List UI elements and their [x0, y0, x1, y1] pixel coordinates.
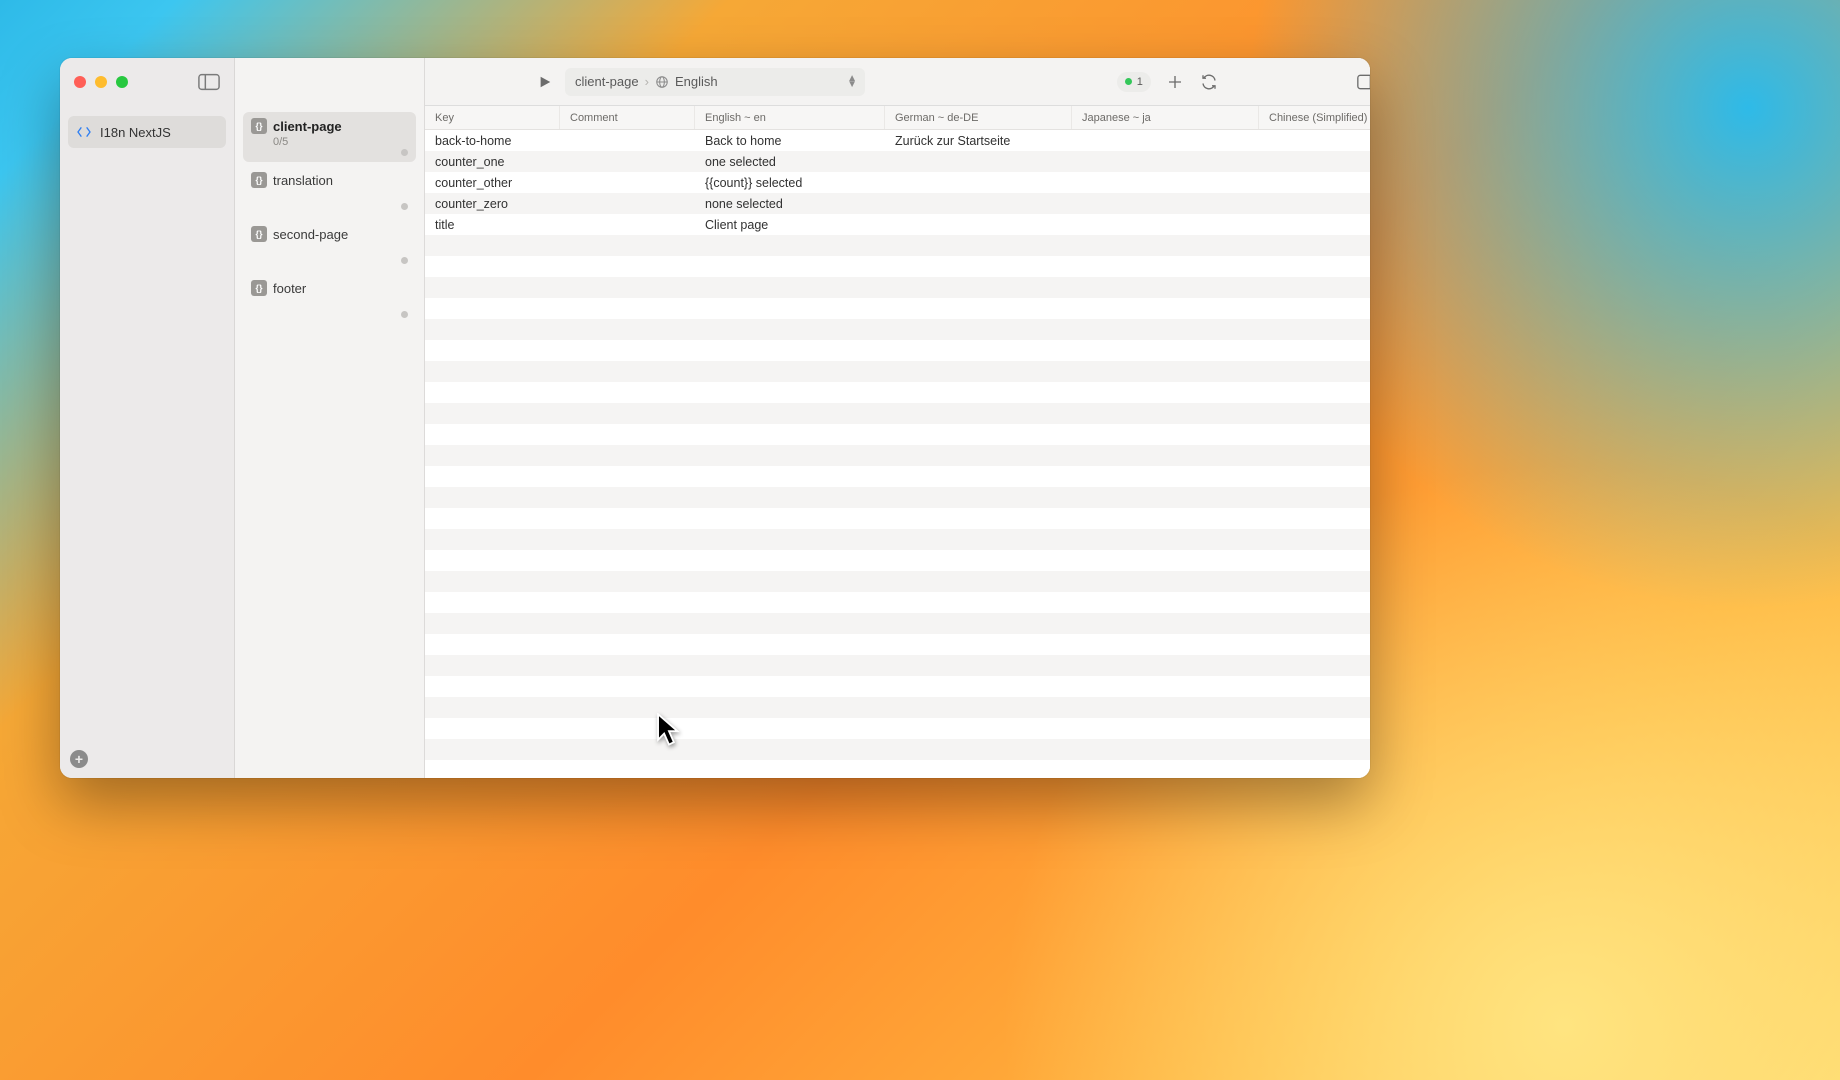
files-panel: {} client-page 0/5 {} translation {} sec… [235, 58, 425, 778]
play-icon[interactable] [533, 70, 557, 94]
col-comment[interactable]: Comment [560, 106, 695, 129]
globe-icon [655, 75, 669, 89]
project-icon [76, 124, 92, 140]
cell-zh [1259, 130, 1370, 151]
cell-key: counter_other [425, 172, 560, 193]
col-japanese[interactable]: Japanese ~ ja [1072, 106, 1259, 129]
table-body: back-to-home Back to home Zurück zur Sta… [425, 130, 1370, 778]
toggle-left-sidebar-icon[interactable] [198, 73, 220, 91]
table-row[interactable]: counter_one one selected [425, 151, 1370, 172]
project-sidebar: I18n NextJS + [60, 58, 235, 778]
add-project-button[interactable]: + [70, 750, 88, 768]
json-icon: {} [251, 172, 267, 188]
file-name: footer [273, 281, 306, 296]
cell-de [885, 193, 1072, 214]
json-icon: {} [251, 118, 267, 134]
status-dot-icon [401, 311, 408, 318]
cell-en: one selected [695, 151, 885, 172]
file-item-client-page[interactable]: {} client-page 0/5 [243, 112, 416, 162]
cell-zh [1259, 151, 1370, 172]
cell-en: Client page [695, 214, 885, 235]
status-dot-icon [401, 203, 408, 210]
cell-zh [1259, 214, 1370, 235]
cell-ja [1072, 214, 1259, 235]
add-button[interactable] [1165, 72, 1185, 92]
status-badge[interactable]: 1 [1117, 72, 1151, 92]
app-window: I18n NextJS + {} client-page 0/5 {} tran… [60, 58, 1370, 778]
cell-de [885, 214, 1072, 235]
badge-count: 1 [1137, 76, 1143, 88]
cell-comment [560, 130, 695, 151]
cell-key: counter_zero [425, 193, 560, 214]
file-name: client-page [273, 119, 342, 134]
table-row[interactable]: counter_other {{count}} selected [425, 172, 1370, 193]
close-window-button[interactable] [74, 76, 86, 88]
cell-de [885, 151, 1072, 172]
status-dot-icon [401, 257, 408, 264]
cell-comment [560, 214, 695, 235]
col-english[interactable]: English ~ en [695, 106, 885, 129]
zoom-window-button[interactable] [116, 76, 128, 88]
col-chinese[interactable]: Chinese (Simplified) ~ [1259, 106, 1370, 129]
check-dot-icon [1125, 78, 1132, 85]
table-row[interactable]: title Client page [425, 214, 1370, 235]
cell-ja [1072, 151, 1259, 172]
cell-en: none selected [695, 193, 885, 214]
cell-en: {{count}} selected [695, 172, 885, 193]
json-icon: {} [251, 226, 267, 242]
table-header: Key Comment English ~ en German ~ de-DE … [425, 106, 1370, 130]
cell-zh [1259, 193, 1370, 214]
file-item-footer[interactable]: {} footer [243, 274, 416, 324]
cell-ja [1072, 130, 1259, 151]
updown-icon: ▲▼ [847, 76, 857, 88]
file-name: second-page [273, 227, 348, 242]
file-item-second-page[interactable]: {} second-page [243, 220, 416, 270]
table-row[interactable]: back-to-home Back to home Zurück zur Sta… [425, 130, 1370, 151]
cell-comment [560, 193, 695, 214]
col-key[interactable]: Key [425, 106, 560, 129]
file-progress: 0/5 [251, 136, 408, 148]
cell-de: Zurück zur Startseite [885, 130, 1072, 151]
cell-ja [1072, 193, 1259, 214]
cell-zh [1259, 172, 1370, 193]
toggle-right-sidebar-icon[interactable] [1357, 72, 1370, 92]
cell-de [885, 172, 1072, 193]
project-name: I18n NextJS [100, 125, 171, 140]
cell-key: back-to-home [425, 130, 560, 151]
project-item[interactable]: I18n NextJS [68, 116, 226, 148]
cell-key: counter_one [425, 151, 560, 172]
table-row[interactable]: counter_zero none selected [425, 193, 1370, 214]
chevron-right-icon: › [645, 74, 649, 89]
status-dot-icon [401, 149, 408, 156]
cell-comment [560, 172, 695, 193]
json-icon: {} [251, 280, 267, 296]
cell-en: Back to home [695, 130, 885, 151]
cell-key: title [425, 214, 560, 235]
col-german[interactable]: German ~ de-DE [885, 106, 1072, 129]
breadcrumb[interactable]: client-page › English ▲▼ [565, 68, 865, 96]
toolbar: client-page › English ▲▼ 1 [425, 58, 1370, 106]
main-area: client-page › English ▲▼ 1 [425, 58, 1370, 778]
cell-ja [1072, 172, 1259, 193]
sync-icon[interactable] [1199, 72, 1219, 92]
window-controls [60, 58, 234, 106]
minimize-window-button[interactable] [95, 76, 107, 88]
sidebar-footer: + [60, 740, 234, 778]
breadcrumb-language: English [675, 74, 718, 89]
file-item-translation[interactable]: {} translation [243, 166, 416, 216]
breadcrumb-file: client-page [575, 74, 639, 89]
cell-comment [560, 151, 695, 172]
file-name: translation [273, 173, 333, 188]
